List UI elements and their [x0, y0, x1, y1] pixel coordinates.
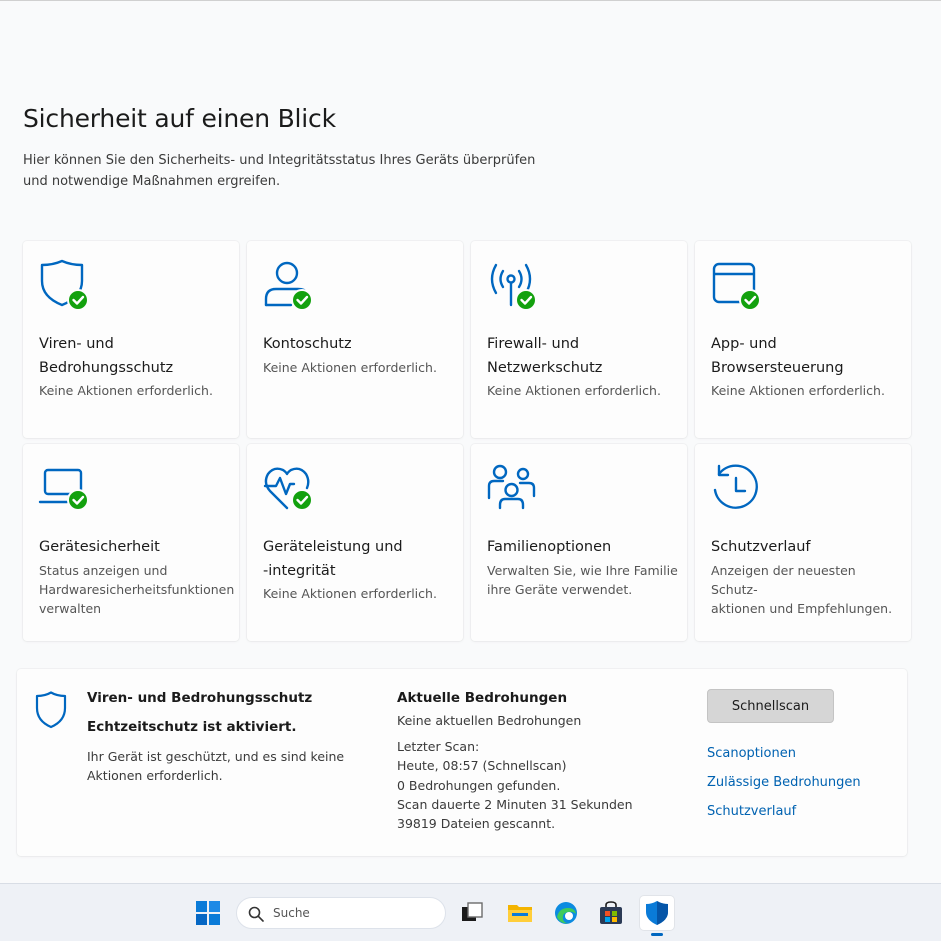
tile-status: Keine Aktionen erforderlich. — [711, 383, 885, 398]
tile-title-line: Firewall- und — [487, 336, 580, 352]
page-subtitle-line: und notwendige Maßnahmen ergreifen. — [23, 174, 281, 189]
panel-description-line: Aktionen erforderlich. — [87, 768, 223, 783]
shield-check-icon — [39, 259, 91, 313]
wifi-antenna-check-icon — [487, 261, 539, 313]
edge-browser-icon[interactable] — [549, 896, 583, 930]
scan-options-link[interactable]: Scanoptionen — [707, 746, 796, 761]
taskbar-search[interactable] — [236, 897, 446, 929]
tile-app-browser-control[interactable]: App- und Browsersteuerung Keine Aktionen… — [695, 241, 911, 438]
windows-start-icon[interactable] — [191, 896, 225, 930]
protection-history-link[interactable]: Schutzverlauf — [707, 804, 796, 819]
store-icon[interactable] — [594, 896, 628, 930]
tile-status: Keine Aktionen erforderlich. — [39, 383, 213, 398]
tile-title: Schutzverlauf — [711, 535, 901, 559]
last-scan-info: Letzter Scan: Heute, 08:57 (Schnellscan)… — [397, 737, 633, 833]
tile-title: Viren- und Bedrohungsschutz — [39, 332, 229, 380]
tile-status-line: aktionen und Empfehlungen. — [711, 601, 893, 616]
tile-status-line: Anzeigen der neuesten Schutz- — [711, 563, 856, 597]
history-clock-icon — [711, 464, 763, 516]
tile-title: Firewall- und Netzwerkschutz — [487, 332, 677, 380]
tile-title: Familienoptionen — [487, 535, 677, 559]
tile-title: Gerätesicherheit — [39, 535, 229, 559]
tile-status: Keine Aktionen erforderlich. — [263, 586, 437, 601]
shield-icon — [34, 691, 68, 729]
tile-status-line: Verwalten Sie, wie Ihre Familie — [487, 563, 678, 578]
tile-family-options[interactable]: Familienoptionen Verwalten Sie, wie Ihre… — [471, 444, 687, 641]
tile-title-line: Kontoschutz — [263, 336, 352, 352]
page-subtitle: Hier können Sie den Sicherheits- und Int… — [23, 150, 543, 192]
tile-title-line: Gerätesicherheit — [39, 539, 160, 555]
tile-firewall-network-protection[interactable]: Firewall- und Netzwerkschutz Keine Aktio… — [471, 241, 687, 438]
tile-status: Status anzeigen und Hardwaresicherheitsf… — [39, 561, 234, 618]
account-check-icon — [263, 261, 315, 313]
tile-title: Kontoschutz — [263, 332, 453, 356]
tile-title: Geräteleistung und -integrität — [263, 535, 453, 583]
laptop-check-icon — [38, 464, 91, 516]
taskbar — [0, 883, 941, 941]
tile-virus-threat-protection[interactable]: Viren- und Bedrohungsschutz Keine Aktion… — [23, 241, 239, 438]
scan-info-line: Scan dauerte 2 Minuten 31 Sekunden — [397, 796, 633, 812]
scan-info-line: 0 Bedrohungen gefunden. — [397, 777, 561, 793]
tile-title-line: App- und — [711, 336, 777, 352]
browser-window-check-icon — [711, 261, 763, 313]
tile-status-line: ihre Geräte verwendet. — [487, 582, 633, 597]
allowed-threats-link[interactable]: Zulässige Bedrohungen — [707, 775, 861, 790]
tile-title-line: -integrität — [263, 563, 336, 579]
tile-status-line: verwalten — [39, 601, 102, 616]
tile-device-security[interactable]: Gerätesicherheit Status anzeigen und Har… — [23, 444, 239, 641]
panel-description-line: Ihr Gerät ist geschützt, und es sind kei… — [87, 749, 345, 764]
tile-title: App- und Browsersteuerung — [711, 332, 901, 380]
panel-description: Ihr Gerät ist geschützt, und es sind kei… — [87, 747, 347, 785]
scan-info-line: 39819 Dateien gescannt. — [397, 816, 556, 832]
file-explorer-icon[interactable] — [503, 896, 537, 930]
tile-status: Keine Aktionen erforderlich. — [487, 383, 661, 398]
virus-threat-summary-panel: Viren- und Bedrohungsschutz Echtzeitschu… — [17, 669, 907, 856]
scan-info-line: Heute, 08:57 (Schnellscan) — [397, 758, 567, 774]
tile-account-protection[interactable]: Kontoschutz Keine Aktionen erforderlich. — [247, 241, 463, 438]
quick-scan-button[interactable]: Schnellscan — [707, 689, 834, 723]
tile-title-line: Geräteleistung und — [263, 539, 403, 555]
tile-status: Anzeigen der neuesten Schutz- aktionen u… — [711, 561, 906, 618]
family-icon — [487, 464, 539, 516]
tile-status-line: Hardwaresicherheitsfunktionen — [39, 582, 235, 597]
page-title: Sicherheit auf einen Blick — [23, 104, 336, 133]
task-view-icon[interactable] — [455, 896, 489, 930]
page-subtitle-line: Hier können Sie den Sicherheits- und Int… — [23, 153, 536, 168]
current-threats-status: Keine aktuellen Bedrohungen — [397, 713, 582, 728]
scan-info-line: Letzter Scan: — [397, 739, 480, 754]
tile-title-line: Netzwerkschutz — [487, 360, 603, 376]
tile-status: Verwalten Sie, wie Ihre Familie ihre Ger… — [487, 561, 682, 599]
tile-device-performance-health[interactable]: Geräteleistung und -integrität Keine Akt… — [247, 444, 463, 641]
search-input[interactable] — [273, 903, 433, 923]
current-threats-title: Aktuelle Bedrohungen — [397, 690, 568, 706]
windows-security-icon[interactable] — [640, 896, 674, 936]
window-top-border — [0, 0, 941, 1]
tile-title-line: Browsersteuerung — [711, 360, 844, 376]
panel-title: Viren- und Bedrohungsschutz — [87, 690, 313, 706]
tile-protection-history[interactable]: Schutzverlauf Anzeigen der neuesten Schu… — [695, 444, 911, 641]
tile-title-line: Bedrohungsschutz — [39, 360, 174, 376]
tile-status: Keine Aktionen erforderlich. — [263, 360, 437, 375]
tile-title-line: Familienoptionen — [487, 539, 612, 555]
heart-pulse-check-icon — [263, 464, 315, 516]
search-icon — [248, 906, 264, 922]
tile-status-line: Status anzeigen und — [39, 563, 168, 578]
tile-title-line: Schutzverlauf — [711, 539, 811, 555]
tile-title-line: Viren- und — [39, 336, 114, 352]
realtime-protection-status: Echtzeitschutz ist aktiviert. — [87, 719, 297, 735]
